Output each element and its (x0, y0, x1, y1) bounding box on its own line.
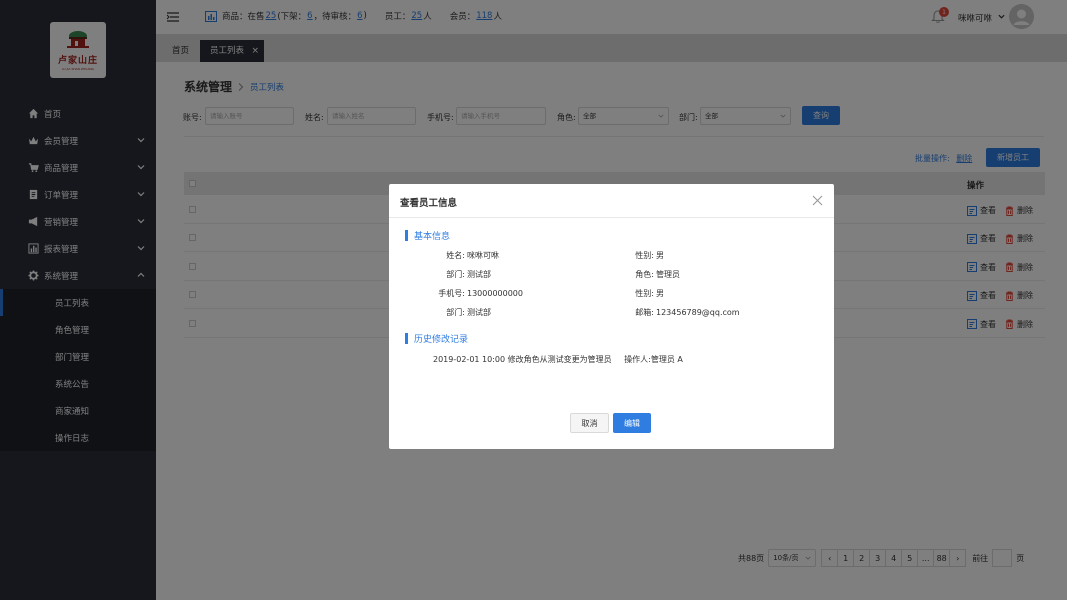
field-gender-2: 性别: 男 (635, 289, 664, 298)
close-icon[interactable] (812, 195, 823, 206)
field-dept-2: 部门: 测试部 (446, 308, 491, 317)
field-role: 角色: 管理员 (635, 270, 680, 279)
field-dept: 部门: 测试部 (446, 270, 491, 279)
staff-info-modal: 查看员工信息 基本信息 姓名: 咪咻可咻 性别: 男 部门: 测试部 角色: 管理员 手… (389, 184, 834, 449)
cancel-button[interactable]: 取消 (570, 413, 609, 433)
section-basic-info: 基本信息 (405, 229, 450, 242)
modal-header: 查看员工信息 (389, 184, 834, 218)
history-entry: 2019-02-01 10:00 修改角色从测试变更为管理员 操作人:管理员 A (433, 354, 683, 365)
history-text: 2019-02-01 10:00 修改角色从测试变更为管理员 (433, 355, 612, 364)
history-operator: 操作人:管理员 A (624, 355, 683, 364)
field-email: 邮箱: 123456789@qq.com (635, 308, 740, 317)
edit-button[interactable]: 编辑 (613, 413, 651, 433)
field-gender: 性别: 男 (635, 251, 664, 260)
field-name: 姓名: 咪咻可咻 (446, 251, 499, 260)
modal-actions: 取消 编辑 (570, 413, 651, 433)
field-phone: 手机号: 13000000000 (438, 289, 523, 298)
modal-title: 查看员工信息 (400, 198, 458, 209)
section-history: 历史修改记录 (405, 332, 468, 345)
